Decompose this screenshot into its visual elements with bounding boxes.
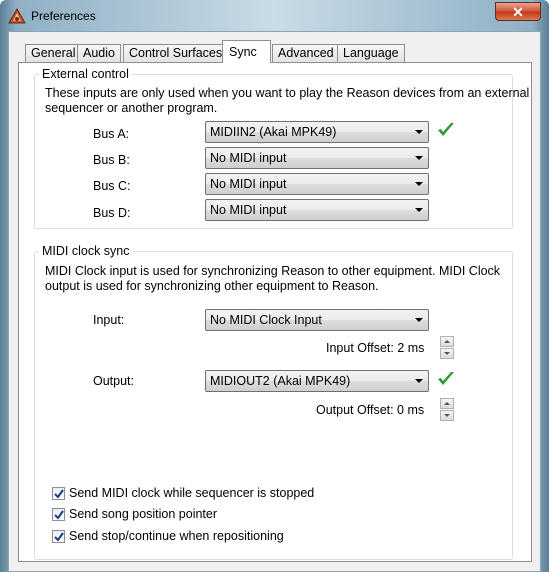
close-button[interactable]: ✕: [495, 2, 541, 21]
spinner-up-button[interactable]: [440, 398, 454, 409]
checkbox-label: Send MIDI clock while sequencer is stopp…: [69, 486, 315, 500]
tab-label: Advanced: [278, 46, 334, 60]
midi-clock-sync-title: MIDI clock sync: [39, 244, 133, 258]
bus-d-value: No MIDI input: [210, 203, 287, 217]
tab-label: Control Surfaces: [129, 46, 223, 60]
tab-label: General: [31, 46, 76, 60]
tab-label: Language: [343, 46, 399, 60]
bus-c-select[interactable]: No MIDI input: [205, 173, 429, 195]
midi-clock-description: MIDI Clock input is used for synchronizi…: [45, 264, 501, 278]
spinner-down-button[interactable]: [440, 348, 454, 359]
external-control-description: These inputs are only used when you want…: [45, 86, 530, 100]
midi-clock-description-2: output is used for synchronizing other e…: [45, 279, 379, 293]
clock-output-value: MIDIOUT2 (Akai MPK49): [210, 374, 351, 388]
checkbox-box[interactable]: [52, 530, 65, 543]
reason-app-icon: [8, 7, 26, 24]
bus-b-label: Bus B:: [93, 153, 130, 167]
dropdown-arrow-icon: [415, 208, 423, 212]
close-icon: ✕: [512, 4, 524, 20]
spinner-up-button[interactable]: [440, 336, 454, 347]
dropdown-arrow-icon: [415, 130, 423, 134]
spinner-down-button[interactable]: [440, 410, 454, 421]
checkbox-box[interactable]: [52, 487, 65, 500]
bus-d-label: Bus D:: [93, 206, 131, 220]
checkmark-icon: [54, 510, 64, 520]
bus-a-value: MIDIIN2 (Akai MPK49): [210, 125, 337, 139]
tab-audio[interactable]: Audio: [77, 44, 121, 62]
bus-c-value: No MIDI input: [210, 177, 287, 191]
external-control-description-2: sequencer or another program.: [45, 101, 218, 115]
checkbox-box[interactable]: [52, 508, 65, 521]
clock-output-select[interactable]: MIDIOUT2 (Akai MPK49): [205, 370, 429, 392]
clock-input-value: No MIDI Clock Input: [210, 313, 322, 327]
tab-language[interactable]: Language: [337, 44, 405, 62]
tab-label: Sync: [229, 45, 257, 59]
clock-input-label: Input:: [93, 313, 125, 327]
dropdown-arrow-icon: [415, 318, 423, 322]
checkbox-label: Send stop/continue when repositioning: [69, 529, 284, 543]
tab-sync[interactable]: Sync: [222, 40, 271, 63]
bus-b-value: No MIDI input: [210, 151, 287, 165]
dropdown-arrow-icon: [415, 156, 423, 160]
green-checkmark-icon: [437, 371, 455, 387]
title-bar[interactable]: Preferences ✕: [0, 0, 549, 32]
input-offset-label: Input Offset: 2 ms: [326, 341, 425, 355]
dropdown-arrow-icon: [415, 182, 423, 186]
green-checkmark-icon: [437, 122, 455, 138]
external-control-title: External control: [39, 67, 132, 81]
window-title: Preferences: [31, 9, 96, 23]
output-offset-spinner[interactable]: [440, 398, 454, 422]
checkmark-icon: [54, 532, 64, 542]
checkmark-icon: [54, 489, 64, 499]
output-offset-label: Output Offset: 0 ms: [316, 403, 425, 417]
checkbox-label: Send song position pointer: [69, 507, 218, 521]
bus-a-select[interactable]: MIDIIN2 (Akai MPK49): [205, 121, 429, 143]
tab-control-surfaces[interactable]: Control Surfaces: [123, 44, 229, 62]
tab-general[interactable]: General: [25, 44, 82, 62]
bus-b-select[interactable]: No MIDI input: [205, 147, 429, 169]
bus-a-label: Bus A:: [93, 127, 130, 141]
bus-c-label: Bus C:: [93, 179, 131, 193]
clock-output-label: Output:: [93, 374, 134, 388]
input-offset-spinner[interactable]: [440, 336, 454, 360]
tab-advanced[interactable]: Advanced: [272, 44, 340, 62]
tab-label: Audio: [83, 46, 115, 60]
clock-input-select[interactable]: No MIDI Clock Input: [205, 309, 429, 331]
dropdown-arrow-icon: [415, 379, 423, 383]
bus-d-select[interactable]: No MIDI input: [205, 199, 429, 221]
